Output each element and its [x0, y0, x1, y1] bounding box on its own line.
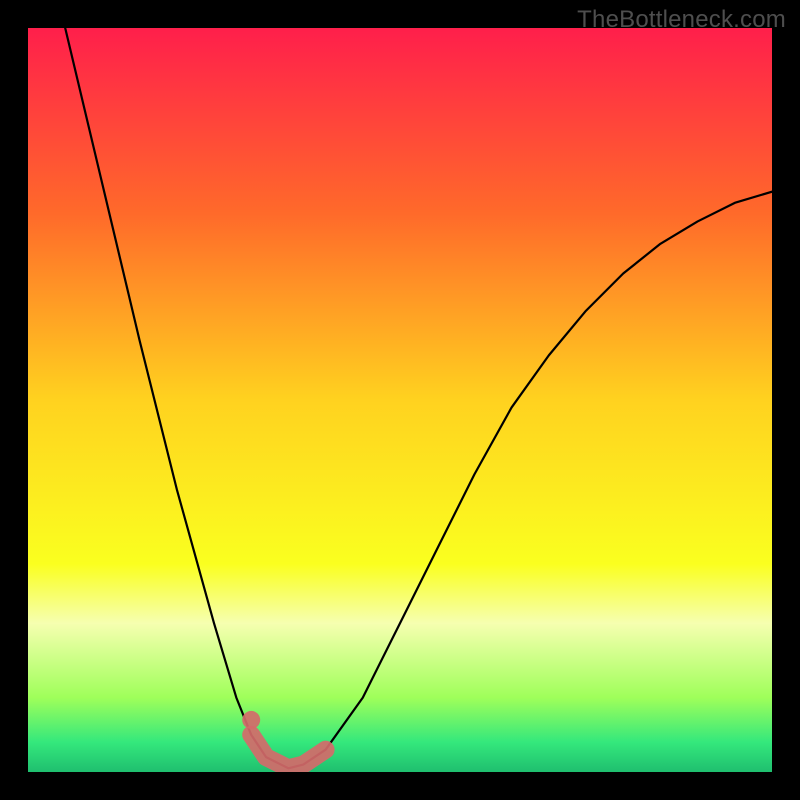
gradient-background [28, 28, 772, 772]
highlight-dot [242, 711, 260, 729]
chart-svg [28, 28, 772, 772]
chart-plot [28, 28, 772, 772]
chart-frame: TheBottleneck.com [0, 0, 800, 800]
watermark-text: TheBottleneck.com [577, 6, 786, 34]
